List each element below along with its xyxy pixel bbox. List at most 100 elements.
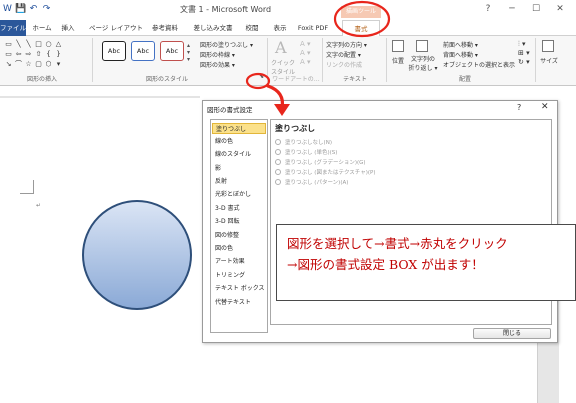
tab-file[interactable]: ファイル bbox=[0, 20, 26, 36]
save-icon[interactable]: 💾 bbox=[15, 4, 26, 15]
tab-references[interactable]: 参考資料 bbox=[148, 20, 182, 36]
nav-item-3d-rotation[interactable]: 3-D 回転 bbox=[212, 216, 266, 227]
tab-page-layout[interactable]: ページ レイアウト bbox=[88, 20, 144, 36]
shape-effects-menu[interactable]: 図形の効果 ▾ bbox=[200, 60, 235, 69]
nav-item-fill[interactable]: 塗りつぶし bbox=[212, 123, 266, 134]
drawing-tools-contextual-label: 描画ツール bbox=[341, 6, 381, 18]
radio-label: 塗りつぶし (パターン)(A) bbox=[285, 180, 349, 186]
nav-item-line-color[interactable]: 線の色 bbox=[212, 136, 266, 147]
rectangle-shape-icon[interactable]: □ bbox=[34, 40, 43, 48]
tab-mailings[interactable]: 差し込み文書 bbox=[189, 20, 237, 36]
ribbon-tabs: ファイル ホーム 挿入 ページ レイアウト 参考資料 差し込み文書 校閲 表示 … bbox=[0, 20, 576, 36]
radio-no-fill[interactable]: 塗りつぶしなし(N) bbox=[275, 138, 435, 148]
rectangle-shape-icon[interactable]: ▭ bbox=[4, 40, 13, 48]
selection-pane-button[interactable]: オブジェクトの選択と表示 bbox=[443, 60, 515, 69]
nav-item-picture-corrections[interactable]: 図の修整 bbox=[212, 230, 266, 241]
circle-shape[interactable] bbox=[80, 198, 194, 312]
rectangle-shape-icon[interactable]: ▭ bbox=[4, 50, 13, 58]
line-shape-icon[interactable]: ╲ bbox=[24, 40, 33, 48]
help-icon[interactable]: ? bbox=[476, 2, 500, 17]
size-button[interactable]: サイズ bbox=[538, 56, 560, 65]
tab-insert[interactable]: 挿入 bbox=[58, 20, 78, 36]
insert-shapes-group-label: 図形の挿入 bbox=[26, 76, 57, 83]
shape-gallery[interactable]: ▭ ╲ ╲ □ ○ △ ▭ ⇦ ⇨ ⇧ { } ↘ ⌒ ☆ ▢ ⬡ ▾ bbox=[4, 40, 74, 74]
nav-item-3d-format[interactable]: 3-D 書式 bbox=[212, 203, 266, 214]
shape-fill-menu[interactable]: 図形の塗りつぶし ▾ bbox=[200, 40, 253, 49]
align-group-rotate-icons[interactable]: ⫶ ▾ ⊞ ▾ ↻ ▾ bbox=[518, 40, 530, 67]
line-shape-icon[interactable]: ╲ bbox=[14, 40, 23, 48]
redo-icon[interactable]: ↷ bbox=[41, 4, 52, 15]
arrow-shape-icon[interactable]: ⇨ bbox=[24, 50, 33, 58]
minimize-button[interactable]: ─ bbox=[500, 2, 524, 17]
nav-item-text-box[interactable]: テキスト ボックス bbox=[212, 283, 266, 294]
hexagon-shape-icon[interactable]: ⬡ bbox=[44, 60, 53, 68]
tab-review[interactable]: 校閲 bbox=[242, 20, 262, 36]
format-shape-launcher-icon[interactable]: ⬊ bbox=[259, 73, 267, 81]
star-shape-icon[interactable]: ☆ bbox=[24, 60, 33, 68]
text-group-label: テキスト bbox=[343, 76, 367, 83]
brace-shape-icon[interactable]: { bbox=[44, 50, 53, 58]
ribbon-separator bbox=[92, 38, 93, 82]
wrap-text-icon[interactable] bbox=[416, 40, 428, 52]
triangle-shape-icon[interactable]: △ bbox=[54, 40, 63, 48]
arrow-shape-icon[interactable]: ⇧ bbox=[34, 50, 43, 58]
undo-icon[interactable]: ↶ bbox=[28, 4, 39, 15]
text-align-menu[interactable]: 文字の配置 ▾ bbox=[326, 50, 361, 59]
nav-item-picture-color[interactable]: 図の色 bbox=[212, 243, 266, 254]
radio-label: 塗りつぶしなし(N) bbox=[285, 140, 332, 146]
tab-foxit-pdf[interactable]: Foxit PDF bbox=[295, 20, 331, 36]
radio-solid-fill[interactable]: 塗りつぶし (単色)(S) bbox=[275, 148, 435, 158]
radio-gradient-fill[interactable]: 塗りつぶし (グラデーション)(G) bbox=[275, 158, 435, 168]
position-icon[interactable] bbox=[392, 40, 404, 52]
tab-home[interactable]: ホーム bbox=[30, 20, 54, 36]
size-icon[interactable] bbox=[542, 40, 554, 52]
radio-label: 塗りつぶし (グラデーション)(G) bbox=[285, 160, 366, 166]
shape-outline-menu[interactable]: 図形の枠線 ▾ bbox=[200, 50, 235, 59]
radio-pattern-fill[interactable]: 塗りつぶし (パターン)(A) bbox=[275, 178, 435, 188]
arrange-group-label: 配置 bbox=[458, 76, 471, 83]
ribbon-separator bbox=[267, 38, 268, 82]
oval-shape-icon[interactable]: ○ bbox=[44, 40, 53, 48]
close-window-button[interactable]: ✕ bbox=[548, 2, 572, 17]
nav-item-glow[interactable]: 光彩とぼかし bbox=[212, 189, 266, 200]
create-link-button[interactable]: リンクの作成 bbox=[326, 60, 362, 69]
position-button[interactable]: 位置 bbox=[388, 56, 408, 65]
radio-picture-fill[interactable]: 塗りつぶし (図またはテクスチャ)(P) bbox=[275, 168, 435, 178]
margin-corner-mark bbox=[20, 180, 34, 194]
bring-forward-menu[interactable]: 前面へ移動 ▾ bbox=[443, 40, 478, 49]
wrap-text-button[interactable]: 文字列の 折り返し ▾ bbox=[408, 54, 438, 72]
radio-label: 塗りつぶし (単色)(S) bbox=[285, 150, 338, 156]
nav-item-line-style[interactable]: 線のスタイル bbox=[212, 149, 266, 160]
nav-item-alt-text[interactable]: 代替テキスト bbox=[212, 297, 266, 308]
arrow-shape-icon[interactable]: ⇦ bbox=[14, 50, 23, 58]
curve-shape-icon[interactable]: ⌒ bbox=[14, 60, 23, 68]
brace-shape-icon[interactable]: } bbox=[54, 50, 63, 58]
nav-item-crop[interactable]: トリミング bbox=[212, 270, 266, 281]
radio-label: 塗りつぶし (図またはテクスチャ)(P) bbox=[285, 170, 376, 176]
shape-style-blue[interactable]: Abc bbox=[131, 41, 155, 61]
connector-shape-icon[interactable]: ↘ bbox=[4, 60, 13, 68]
nav-item-reflection[interactable]: 反射 bbox=[212, 176, 266, 187]
dialog-help-icon[interactable]: ? bbox=[517, 103, 521, 112]
wordart-a-icon[interactable]: A bbox=[275, 38, 287, 57]
shape-style-red[interactable]: Abc bbox=[160, 41, 184, 61]
send-backward-menu[interactable]: 背面へ移動 ▾ bbox=[443, 50, 478, 59]
more-shapes-icon[interactable]: ▾ bbox=[54, 60, 63, 68]
maximize-button[interactable]: ☐ bbox=[524, 2, 548, 17]
ribbon-separator bbox=[386, 38, 387, 82]
tab-format[interactable]: 書式 bbox=[342, 20, 380, 36]
nav-item-shadow[interactable]: 影 bbox=[212, 163, 266, 174]
wordart-format-icons[interactable]: A ▾ A ▾ A ▾ bbox=[300, 40, 311, 67]
close-button[interactable]: 閉じる bbox=[473, 328, 551, 339]
nav-item-artistic-effects[interactable]: アート効果 bbox=[212, 256, 266, 267]
tab-view[interactable]: 表示 bbox=[270, 20, 290, 36]
pane-heading: 塗りつぶし bbox=[275, 124, 316, 133]
styles-scroll-icon[interactable]: ▴ ▾ ▾ bbox=[187, 42, 190, 63]
dialog-title: 図形の書式設定 bbox=[207, 106, 253, 114]
callout-shape-icon[interactable]: ▢ bbox=[34, 60, 43, 68]
ribbon-separator bbox=[322, 38, 323, 82]
ribbon-separator bbox=[535, 38, 536, 82]
shape-style-black[interactable]: Abc bbox=[102, 41, 126, 61]
dialog-close-icon[interactable]: ✕ bbox=[541, 102, 549, 112]
text-direction-menu[interactable]: 文字列の方向 ▾ bbox=[326, 40, 367, 49]
